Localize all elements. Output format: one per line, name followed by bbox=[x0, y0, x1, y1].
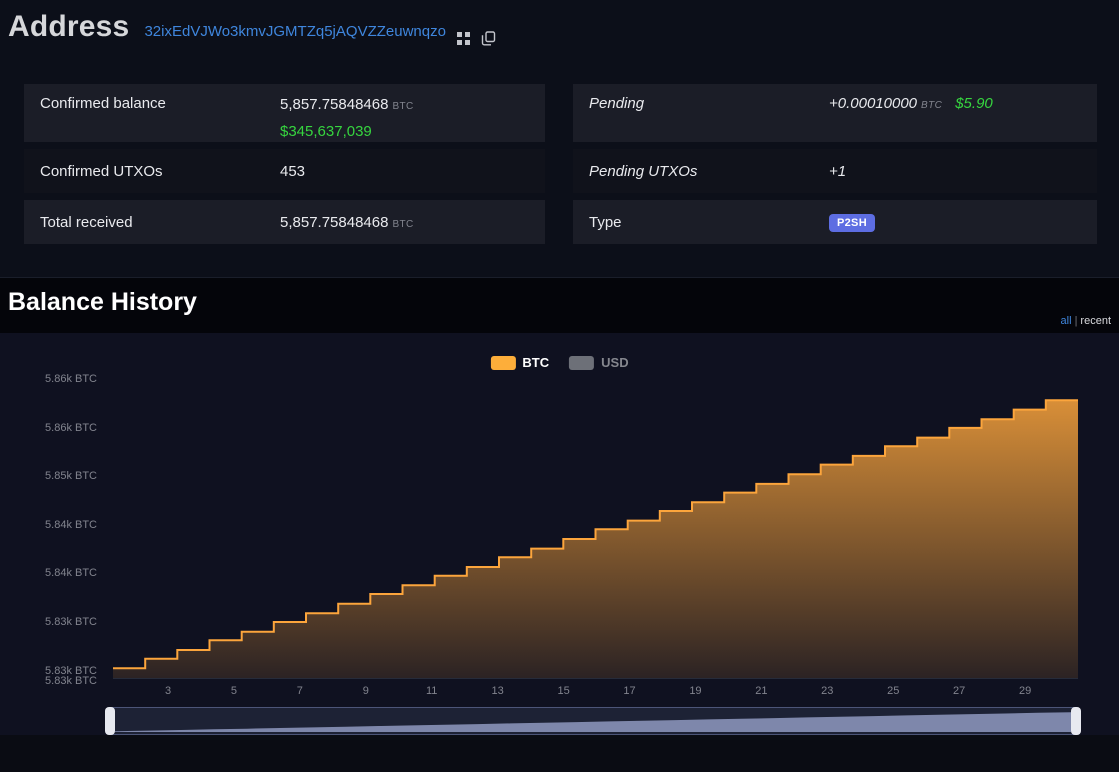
legend-swatch-usd bbox=[569, 356, 594, 370]
balance-area-chart[interactable] bbox=[100, 380, 1090, 680]
stat-row-total-received: Total received 5,857.75848468 BTC bbox=[24, 200, 545, 244]
slider-handle-right[interactable] bbox=[1071, 707, 1081, 735]
btc-amount: 5,857.75848468 bbox=[280, 96, 388, 113]
chart-legend: BTC USD bbox=[490, 355, 628, 370]
y-axis-tick: 5.86k BTC bbox=[7, 373, 97, 385]
y-axis-tick: 5.83k BTC bbox=[7, 665, 97, 677]
x-axis-tick: 5 bbox=[231, 685, 237, 697]
x-axis-tick: 9 bbox=[363, 685, 369, 697]
x-axis-tick: 25 bbox=[887, 685, 899, 697]
x-axis-tick: 29 bbox=[1019, 685, 1031, 697]
x-axis-tick: 15 bbox=[557, 685, 569, 697]
legend-label-btc: BTC bbox=[522, 355, 549, 370]
range-separator: | bbox=[1075, 315, 1078, 327]
balance-history-chart-section: BTC USD 5.86k BTC 5.86k BTC 5.85k BTC 5.84k… bbox=[0, 333, 1119, 772]
stat-label: Confirmed balance bbox=[24, 95, 280, 112]
legend-item-btc[interactable]: BTC bbox=[490, 355, 549, 370]
x-axis-tick: 3 bbox=[165, 685, 171, 697]
balance-history-header: Balance History all|recent bbox=[0, 277, 1119, 333]
qr-code-icon[interactable] bbox=[457, 32, 470, 45]
stat-row-confirmed-utxos: Confirmed UTXOs 453 bbox=[24, 149, 545, 193]
range-selector: all|recent bbox=[1061, 315, 1111, 327]
btc-amount: 5,857.75848468 bbox=[280, 214, 388, 231]
y-axis-tick: 5.85k BTC bbox=[7, 470, 97, 482]
x-axis-tick: 7 bbox=[297, 685, 303, 697]
btc-unit: BTC bbox=[392, 219, 413, 230]
stat-value: +0.00010000 BTC $5.90 bbox=[829, 95, 993, 112]
range-recent-link[interactable]: recent bbox=[1080, 315, 1111, 327]
legend-swatch-btc bbox=[490, 356, 515, 370]
usd-amount: $5.90 bbox=[955, 95, 993, 112]
stat-label: Pending UTXOs bbox=[573, 163, 829, 180]
stat-value: 5,857.75848468 BTC $345,637,039 bbox=[280, 95, 414, 142]
balance-history-title: Balance History bbox=[8, 288, 197, 317]
usd-amount: $345,637,039 bbox=[280, 122, 414, 142]
chart-zoom-slider[interactable] bbox=[105, 707, 1081, 735]
range-all-link[interactable]: all bbox=[1061, 315, 1072, 327]
page-title: Address bbox=[8, 10, 129, 44]
y-axis-tick: 5.84k BTC bbox=[7, 519, 97, 531]
stat-row-pending: Pending +0.00010000 BTC $5.90 bbox=[573, 84, 1097, 142]
page-header: Address 32ixEdVJWo3kmvJGMTZq5jAQVZZeuwnq… bbox=[0, 0, 1119, 60]
stat-label: Total received bbox=[24, 214, 280, 231]
x-axis-tick: 13 bbox=[492, 685, 504, 697]
stat-value: P2SH bbox=[829, 213, 875, 232]
y-axis-tick: 5.83k BTC bbox=[7, 616, 97, 628]
legend-item-usd[interactable]: USD bbox=[569, 355, 628, 370]
confirmed-stats-table: Confirmed balance 5,857.75848468 BTC $345… bbox=[24, 84, 545, 251]
address-type-badge: P2SH bbox=[829, 214, 875, 232]
copy-icon[interactable] bbox=[481, 31, 496, 46]
chart-footer bbox=[0, 735, 1119, 772]
x-axis-tick: 27 bbox=[953, 685, 965, 697]
stat-value: 453 bbox=[280, 163, 305, 180]
stat-value: +1 bbox=[829, 163, 846, 180]
slider-handle-left[interactable] bbox=[105, 707, 115, 735]
x-axis-tick: 11 bbox=[426, 685, 437, 697]
pending-stats-table: Pending +0.00010000 BTC $5.90 Pending UTXO… bbox=[573, 84, 1097, 251]
stat-row-pending-utxos: Pending UTXOs +1 bbox=[573, 149, 1097, 193]
y-axis-tick: 5.84k BTC bbox=[7, 567, 97, 579]
stat-label: Pending bbox=[573, 95, 829, 112]
btc-unit: BTC bbox=[392, 101, 413, 112]
address-link[interactable]: 32ixEdVJWo3kmvJGMTZq5jAQVZZeuwnqzo bbox=[144, 23, 446, 40]
x-axis-tick: 21 bbox=[755, 685, 767, 697]
x-axis-tick: 23 bbox=[821, 685, 833, 697]
stat-row-type: Type P2SH bbox=[573, 200, 1097, 244]
y-axis-tick: 5.83k BTC bbox=[7, 675, 97, 687]
legend-label-usd: USD bbox=[601, 355, 628, 370]
stat-value: 5,857.75848468 BTC bbox=[280, 214, 414, 231]
btc-unit: BTC bbox=[921, 100, 942, 111]
btc-amount: +0.00010000 bbox=[829, 95, 917, 112]
stat-label: Confirmed UTXOs bbox=[24, 163, 280, 180]
stat-label: Type bbox=[573, 214, 829, 231]
y-axis-tick: 5.86k BTC bbox=[7, 422, 97, 434]
stat-row-confirmed-balance: Confirmed balance 5,857.75848468 BTC $345… bbox=[24, 84, 545, 142]
x-axis-tick: 19 bbox=[689, 685, 701, 697]
x-axis-tick: 17 bbox=[623, 685, 635, 697]
